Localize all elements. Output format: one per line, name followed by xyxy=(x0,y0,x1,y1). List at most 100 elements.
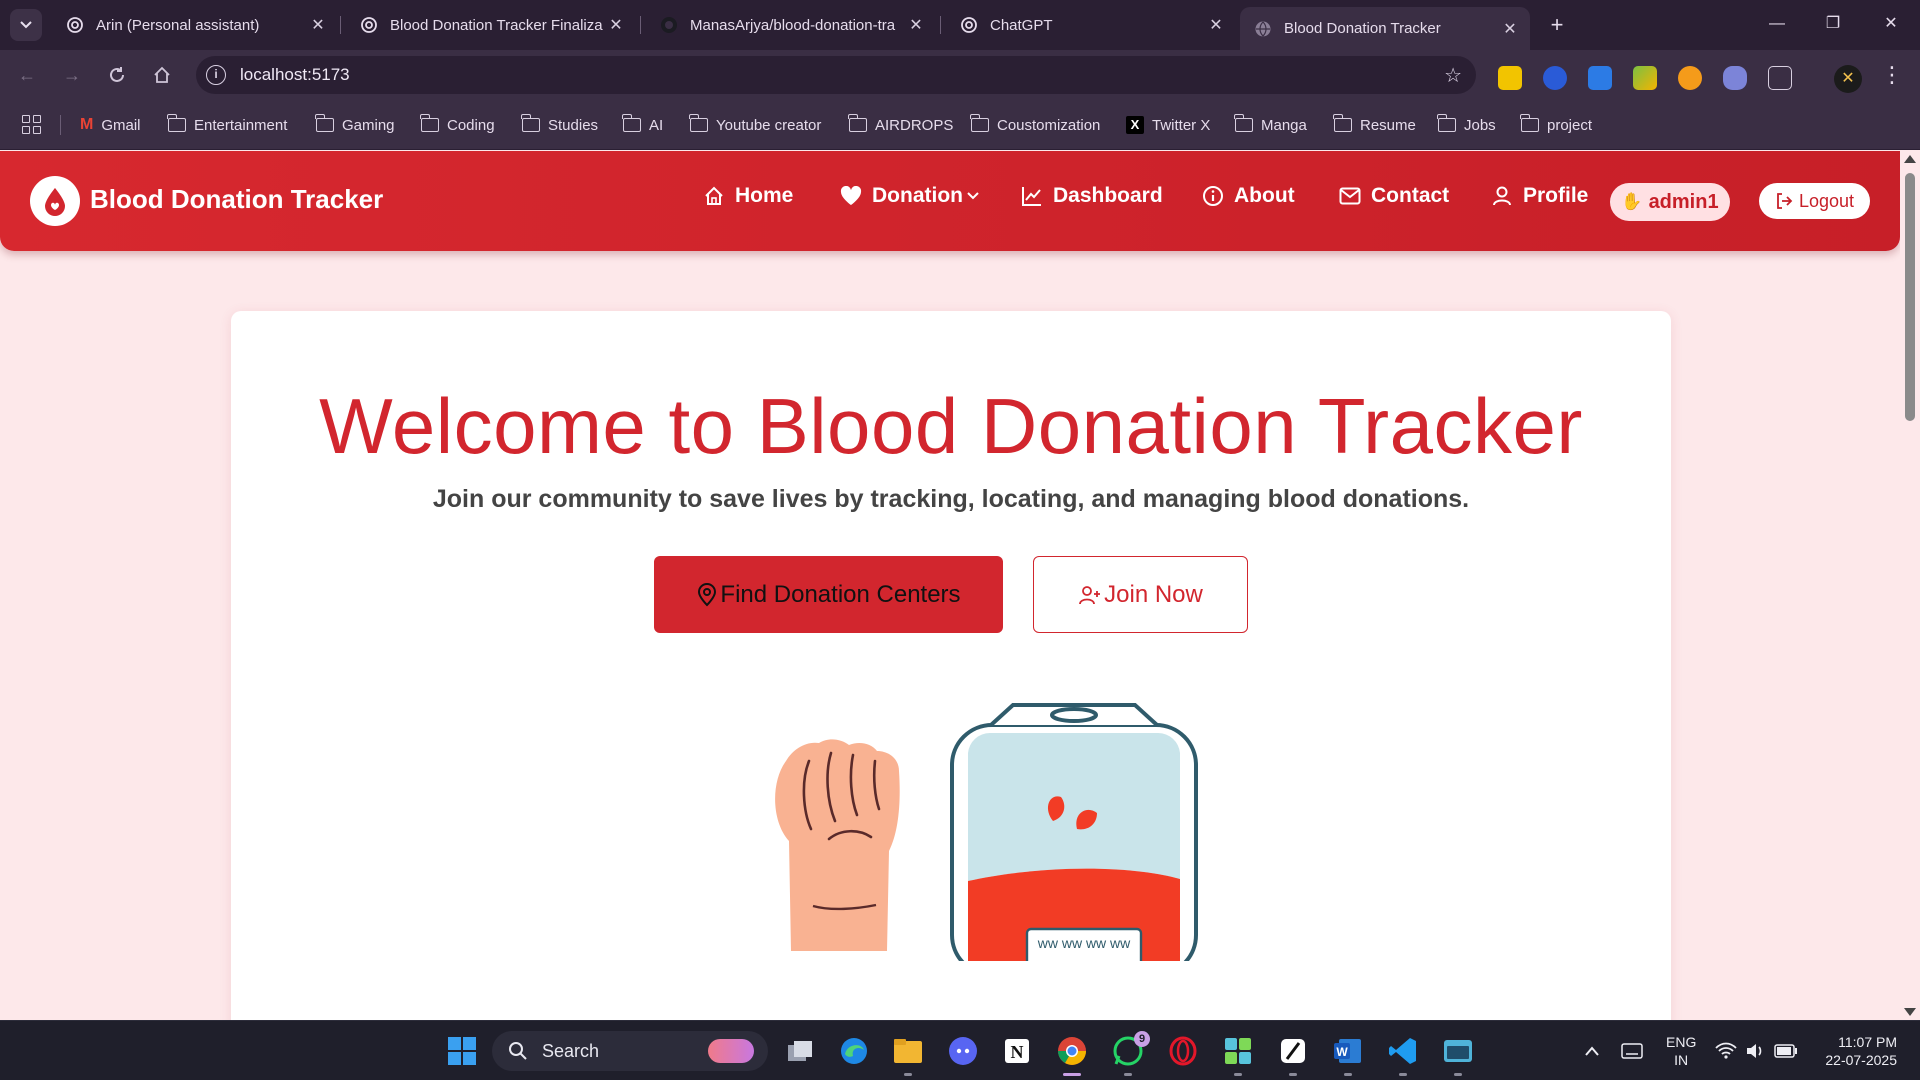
extension-eye-icon[interactable] xyxy=(1678,66,1702,90)
clock-date: 22-07-2025 xyxy=(1825,1052,1897,1068)
page-scrollbar[interactable] xyxy=(1900,151,1920,1020)
site-brand[interactable]: Blood Donation Tracker xyxy=(90,184,383,215)
language-indicator[interactable]: ENG IN xyxy=(1666,1033,1696,1069)
bookmark-folder[interactable]: AI xyxy=(622,113,664,137)
search-icon xyxy=(508,1041,528,1061)
browser-tab[interactable]: Arin (Personal assistant) ✕ xyxy=(52,7,338,43)
browser-menu-icon[interactable]: ⋮ xyxy=(1880,62,1904,88)
new-tab-button[interactable]: + xyxy=(1542,10,1572,40)
extensions-puzzle-icon[interactable] xyxy=(1768,66,1792,90)
profile-avatar[interactable]: ✕ xyxy=(1834,65,1862,93)
minimize-icon[interactable]: — xyxy=(1754,8,1800,40)
scroll-thumb[interactable] xyxy=(1905,173,1915,421)
user-badge[interactable]: ✋ admin1 xyxy=(1610,183,1730,221)
clock-time: 11:07 PM xyxy=(1838,1034,1897,1050)
bookmark-label: Manga xyxy=(1261,116,1307,134)
tab-title: Blood Donation Tracker xyxy=(1284,20,1441,37)
browser-tab-bar: Arin (Personal assistant) ✕ Blood Donati… xyxy=(0,0,1920,50)
task-view-icon[interactable] xyxy=(782,1033,818,1069)
vscode-icon[interactable] xyxy=(1385,1033,1421,1069)
system-clock[interactable]: 11:07 PM 22-07-2025 xyxy=(1815,1033,1897,1069)
app-grid-icon[interactable] xyxy=(1220,1033,1256,1069)
close-tab-icon[interactable]: ✕ xyxy=(306,15,330,35)
notion-icon[interactable]: N xyxy=(999,1033,1035,1069)
extension-k-icon[interactable] xyxy=(1588,66,1612,90)
address-bar[interactable]: i localhost:5173 ☆ xyxy=(196,56,1476,94)
word-icon[interactable]: W xyxy=(1330,1033,1366,1069)
blood-drop-logo-icon[interactable] xyxy=(30,176,80,226)
close-tab-icon[interactable]: ✕ xyxy=(904,15,928,35)
extension-ghost-icon[interactable] xyxy=(1723,66,1747,90)
bookmark-twitter[interactable]: X Twitter X xyxy=(1126,113,1210,137)
chatgpt-icon xyxy=(360,16,378,34)
nav-about[interactable]: About xyxy=(1202,184,1295,208)
bookmark-folder[interactable]: Studies xyxy=(521,113,598,137)
bookmark-label: AI xyxy=(649,116,664,134)
button-label: Find Donation Centers xyxy=(720,580,961,608)
find-donation-centers-button[interactable]: Find Donation Centers xyxy=(654,556,1003,633)
nav-dashboard[interactable]: Dashboard xyxy=(1021,184,1163,208)
bookmark-gmail[interactable]: M Gmail xyxy=(80,113,141,137)
browser-tab[interactable]: ChatGPT ✕ xyxy=(946,7,1236,43)
chevron-up-icon[interactable] xyxy=(1574,1033,1610,1069)
scroll-up-arrow-icon[interactable] xyxy=(1904,155,1916,163)
extension-circle-icon[interactable] xyxy=(1543,66,1567,90)
tab-title: Blood Donation Tracker Finaliza xyxy=(390,16,603,34)
bookmark-folder[interactable]: Manga xyxy=(1234,113,1307,137)
close-tab-icon[interactable]: ✕ xyxy=(604,15,628,35)
bookmark-folder[interactable]: Resume xyxy=(1333,113,1416,137)
browser-tab[interactable]: Blood Donation Tracker Finaliza ✕ xyxy=(346,7,636,43)
folder-icon xyxy=(1333,114,1352,132)
close-tab-icon[interactable]: ✕ xyxy=(1204,15,1228,35)
browser-tab-active[interactable]: Blood Donation Tracker ✕ xyxy=(1240,7,1530,50)
opera-icon[interactable] xyxy=(1165,1033,1201,1069)
bookmark-folder[interactable]: AIRDROPS xyxy=(848,113,953,137)
restore-icon[interactable]: ❐ xyxy=(1810,8,1856,40)
nav-contact[interactable]: Contact xyxy=(1339,184,1449,208)
bookmark-folder[interactable]: Entertainment xyxy=(167,113,287,137)
bookmark-folder[interactable]: Coding xyxy=(420,113,495,137)
tab-separator xyxy=(340,16,341,34)
forward-arrow-icon[interactable]: → xyxy=(57,60,87,90)
bookmark-folder[interactable]: project xyxy=(1520,113,1592,137)
logout-button[interactable]: Logout xyxy=(1759,183,1870,219)
nav-profile[interactable]: Profile xyxy=(1491,184,1588,208)
bookmark-folder[interactable]: Coustomization xyxy=(970,113,1100,137)
discord-icon[interactable] xyxy=(945,1033,981,1069)
scroll-down-arrow-icon[interactable] xyxy=(1904,1008,1916,1016)
reload-icon[interactable] xyxy=(102,60,132,90)
file-explorer-icon[interactable] xyxy=(890,1033,926,1069)
bookmark-label: Twitter X xyxy=(1152,116,1211,134)
bookmark-folder[interactable]: Jobs xyxy=(1437,113,1496,137)
windows-start-icon[interactable] xyxy=(444,1033,480,1069)
site-info-icon[interactable]: i xyxy=(206,65,226,85)
nav-donation-dropdown[interactable]: Donation xyxy=(840,184,979,208)
extension-chart-icon[interactable] xyxy=(1633,66,1657,90)
close-tab-icon[interactable]: ✕ xyxy=(1498,19,1522,39)
bookmark-star-icon[interactable]: ☆ xyxy=(1444,63,1462,88)
bookmark-folder[interactable]: Youtube creator xyxy=(689,113,821,137)
blood-bag-illustration: ww ww ww ww xyxy=(950,703,1198,961)
back-arrow-icon[interactable]: ← xyxy=(12,60,42,90)
battery-icon[interactable] xyxy=(1768,1033,1804,1069)
edge-icon[interactable] xyxy=(836,1033,872,1069)
keyboard-icon[interactable] xyxy=(1614,1033,1650,1069)
address-url[interactable]: localhost:5173 xyxy=(240,65,350,85)
pen-app-icon[interactable] xyxy=(1275,1033,1311,1069)
home-icon[interactable] xyxy=(147,60,177,90)
extension-keep-icon[interactable] xyxy=(1498,66,1522,90)
browser-tab[interactable]: ManasArjya/blood-donation-tra ✕ xyxy=(646,7,936,43)
terminal-app-icon[interactable] xyxy=(1440,1033,1476,1069)
nav-home[interactable]: Home xyxy=(703,184,793,208)
bookmark-folder[interactable]: Gaming xyxy=(315,113,395,137)
hero-subtitle: Join our community to save lives by trac… xyxy=(432,485,1470,513)
running-indicator xyxy=(1344,1073,1352,1076)
bookmarks-divider xyxy=(60,115,61,135)
taskbar-search[interactable]: Search xyxy=(492,1031,768,1071)
chrome-icon[interactable] xyxy=(1054,1033,1090,1069)
join-now-button[interactable]: Join Now xyxy=(1033,556,1248,633)
github-icon xyxy=(660,16,678,34)
tab-search-button[interactable] xyxy=(10,9,42,41)
apps-grid-icon[interactable] xyxy=(22,115,42,135)
close-window-icon[interactable]: ✕ xyxy=(1868,8,1914,40)
